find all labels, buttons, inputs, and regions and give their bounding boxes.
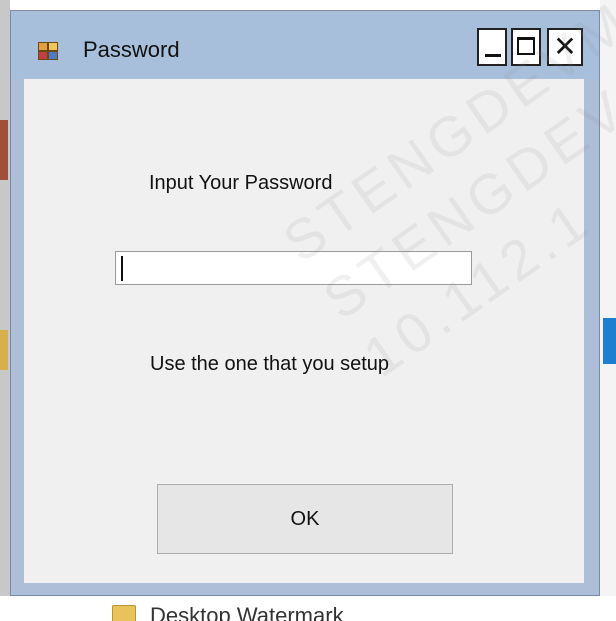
- background-left-mark: [0, 120, 8, 180]
- background-accent-block: [603, 318, 616, 364]
- password-hint-label: Use the one that you setup: [150, 353, 390, 375]
- background-folder-label: Desktop Watermark: [150, 603, 344, 621]
- window-title: Password: [83, 37, 180, 62]
- background-right-edge: [600, 0, 616, 621]
- close-button[interactable]: ✕: [547, 28, 583, 66]
- maximize-icon: [517, 37, 535, 55]
- folder-icon: [112, 605, 136, 621]
- title-bar[interactable]: Password ✕: [11, 11, 599, 79]
- minimize-button[interactable]: [477, 28, 507, 66]
- screen: Desktop Watermark Password ✕ Input Your …: [0, 0, 616, 621]
- dialog-client-area: Input Your Password Use the one that you…: [24, 79, 584, 583]
- background-left-mark: [0, 330, 8, 370]
- password-dialog: Password ✕ Input Your Password Use the o…: [10, 10, 600, 596]
- minimize-icon: [485, 54, 501, 57]
- password-prompt-label: Input Your Password: [149, 172, 333, 194]
- close-icon: ✕: [553, 30, 577, 63]
- background-left-edge: [0, 0, 10, 621]
- app-window-icon: [38, 42, 58, 60]
- maximize-button[interactable]: [511, 28, 541, 66]
- text-caret: [121, 256, 123, 281]
- password-input[interactable]: [115, 251, 472, 285]
- ok-button[interactable]: OK: [157, 484, 453, 554]
